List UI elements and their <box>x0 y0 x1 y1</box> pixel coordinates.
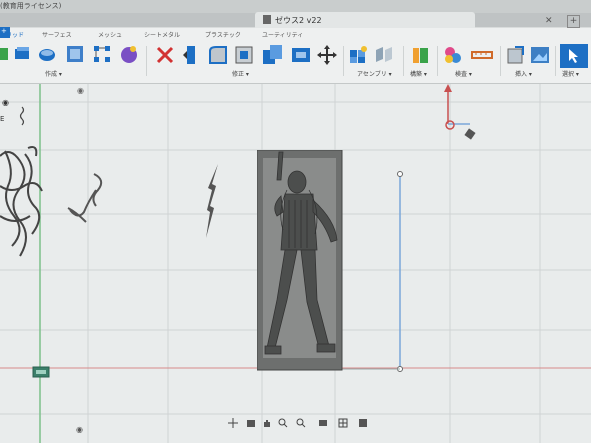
tab-sheet-metal[interactable]: シートメタル <box>144 30 180 39</box>
offset-plane-icon[interactable] <box>411 46 431 64</box>
insert-derive-icon[interactable] <box>506 45 526 65</box>
select-button[interactable] <box>560 44 588 68</box>
construct-menu[interactable]: 構築 ▾ <box>410 69 427 78</box>
inspect-menu[interactable]: 検査 ▾ <box>455 69 472 78</box>
separator <box>437 46 438 76</box>
fillet-icon[interactable] <box>208 45 228 65</box>
timeline-marker-icon[interactable] <box>32 366 50 378</box>
statue-model <box>257 150 343 371</box>
extrude-icon[interactable] <box>14 46 30 62</box>
new-sketch-icon[interactable] <box>0 46 10 62</box>
panel-pin-icon[interactable]: ◉ <box>77 86 84 95</box>
zoom-icon[interactable] <box>278 418 288 428</box>
joint-icon[interactable] <box>374 46 394 64</box>
lightning-bolt-model <box>206 164 218 238</box>
create-menu[interactable]: 作成 ▾ <box>45 69 62 78</box>
wire-model-left <box>0 146 43 257</box>
tab-solid[interactable]: ソリッド <box>0 30 24 39</box>
document-cube-icon <box>263 15 271 24</box>
grid-icon[interactable] <box>338 418 348 428</box>
move-icon[interactable] <box>316 44 338 66</box>
tab-plastic[interactable]: プラスチック <box>205 30 241 39</box>
comments-pin-icon[interactable]: ◉ <box>76 425 83 434</box>
camera-icon[interactable] <box>246 418 256 428</box>
tab-surface[interactable]: サーフェス <box>42 30 72 39</box>
zoom-window-icon[interactable] <box>296 418 306 428</box>
pan-hand-icon[interactable] <box>262 418 272 428</box>
insert-menu[interactable]: 挿入 ▾ <box>515 69 532 78</box>
revolve-icon[interactable] <box>38 46 56 62</box>
navigation-bar <box>222 415 382 433</box>
new-tab-button[interactable]: + <box>567 15 580 28</box>
hook-shape <box>67 173 103 223</box>
squiggle-shape <box>19 106 25 126</box>
new-component-icon[interactable] <box>349 46 367 64</box>
orbit-icon[interactable] <box>228 418 238 428</box>
document-tab[interactable]: ゼウス2 v22 <box>255 12 475 28</box>
viewport-icon[interactable] <box>358 418 368 428</box>
pattern-icon[interactable] <box>93 45 111 63</box>
viewport[interactable]: ◉ E ◉ ◉ <box>0 84 591 443</box>
separator <box>403 46 404 76</box>
shell-icon[interactable] <box>234 45 254 65</box>
close-tab-icon[interactable]: ✕ <box>545 16 553 26</box>
select-menu[interactable]: 選択 ▾ <box>562 69 579 78</box>
insert-image-icon[interactable] <box>530 45 550 65</box>
document-title: ゼウス2 v22 <box>275 16 322 25</box>
separator <box>343 46 344 76</box>
separator <box>500 46 501 76</box>
browser-toggle-icon[interactable]: ◉ <box>2 98 9 107</box>
separator <box>146 46 147 76</box>
modify-menu[interactable]: 修正 ▾ <box>232 69 249 78</box>
separator <box>555 46 556 76</box>
window-title: (教育用ライセンス) <box>0 2 62 10</box>
combine-icon[interactable] <box>262 44 284 66</box>
assemble-menu[interactable]: アセンブリ ▾ <box>357 69 392 78</box>
tab-mesh[interactable]: メッシュ <box>98 30 122 39</box>
display-mode-icon[interactable] <box>318 418 328 428</box>
view-cube[interactable] <box>438 84 480 144</box>
form-icon[interactable] <box>119 44 139 64</box>
measure-icon[interactable] <box>443 46 463 64</box>
cursor-icon <box>569 49 578 63</box>
tab-utility[interactable]: ユーティリティ <box>262 30 303 39</box>
delete-icon[interactable] <box>156 46 174 64</box>
scale-icon[interactable] <box>290 44 312 66</box>
browser-letter: E <box>0 115 5 123</box>
sweep-icon[interactable] <box>66 45 84 63</box>
ruler-icon[interactable] <box>470 46 494 64</box>
press-pull-icon[interactable] <box>182 45 200 65</box>
